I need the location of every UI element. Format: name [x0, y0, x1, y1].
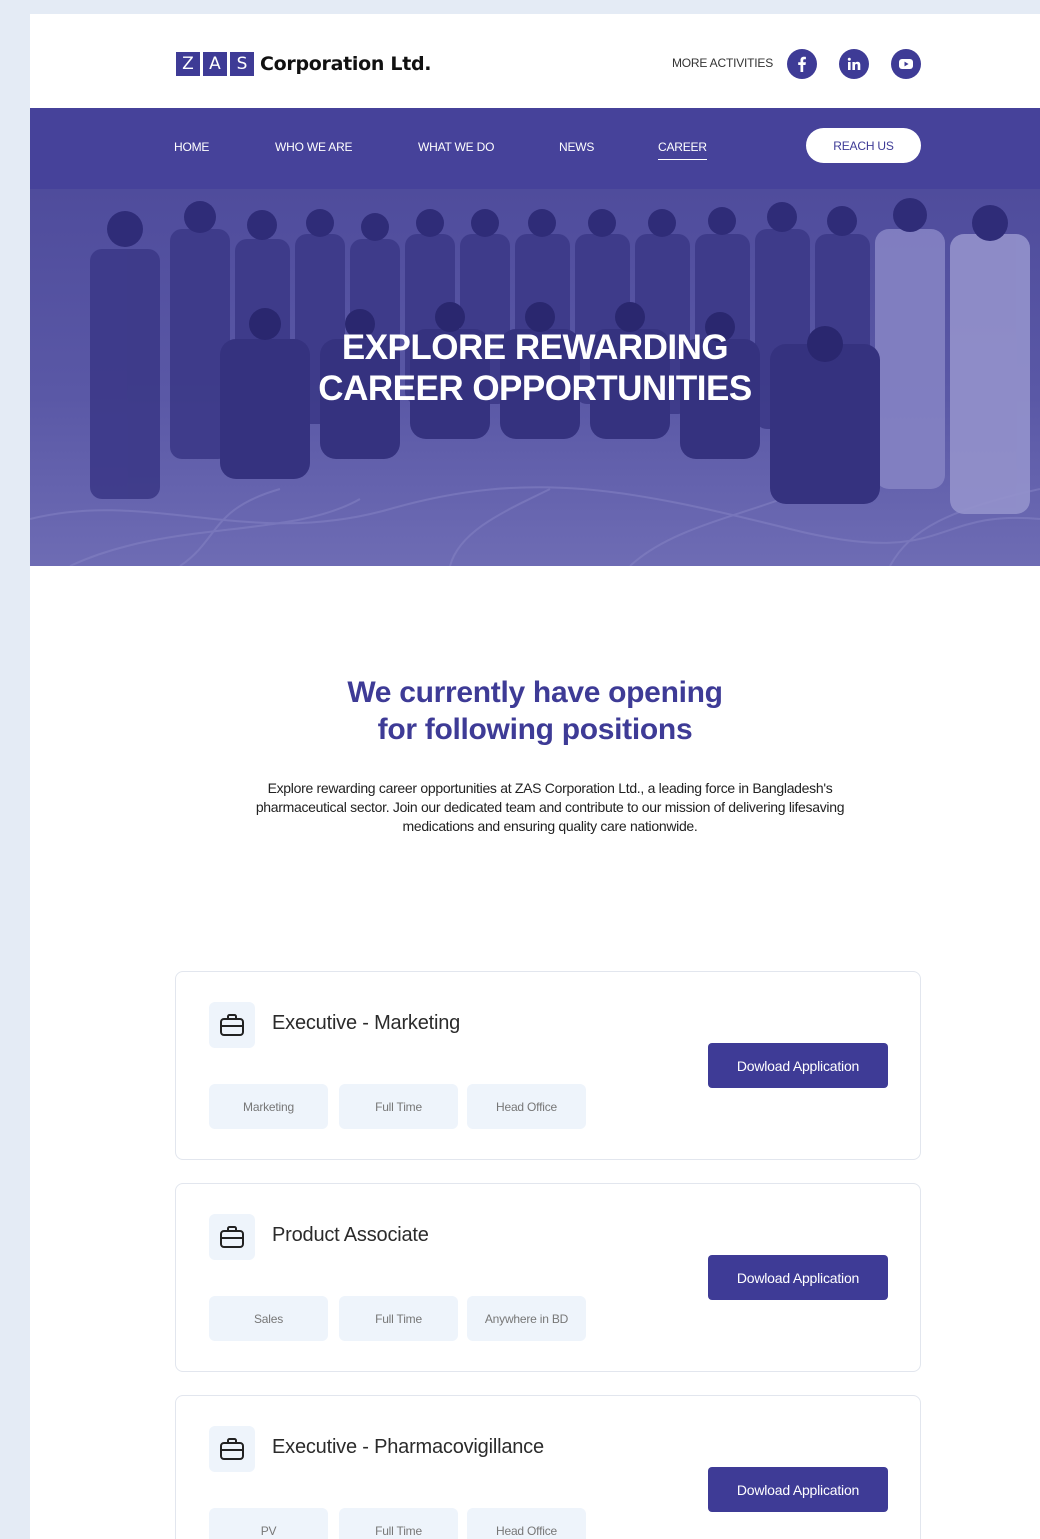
nav-item-home[interactable]: HOME	[174, 140, 209, 154]
facebook-glyph	[798, 56, 806, 72]
brand-name: Corporation Ltd.	[260, 53, 432, 75]
job-tag-department: PV	[209, 1508, 328, 1539]
download-application-button[interactable]: Dowload Application	[708, 1043, 888, 1088]
logo-letter-a: A	[203, 52, 227, 76]
youtube-glyph	[899, 59, 913, 69]
briefcase-glyph	[220, 1014, 244, 1036]
job-tag-type: Full Time	[339, 1296, 458, 1341]
openings-description: Explore rewarding career opportunities a…	[180, 779, 920, 836]
linkedin-icon[interactable]	[839, 49, 869, 79]
job-title: Executive - Marketing	[272, 1012, 461, 1034]
download-application-button[interactable]: Dowload Application	[708, 1467, 888, 1512]
more-activities-link[interactable]: MORE ACTIVITIES	[672, 56, 773, 70]
job-tag-department: Sales	[209, 1296, 328, 1341]
download-application-button[interactable]: Dowload Application	[708, 1255, 888, 1300]
main-nav: HOME WHO WE ARE WHAT WE DO NEWS CAREER R…	[30, 108, 1040, 189]
page: Z A S Corporation Ltd. MORE ACTIVITIES H…	[30, 14, 1040, 1539]
openings-description-line-2: pharmaceutical sector. Join our dedicate…	[255, 799, 845, 815]
job-tag-type: Full Time	[339, 1084, 458, 1129]
hero-title: EXPLORE REWARDING CAREER OPPORTUNITIES	[30, 327, 1040, 409]
nav-item-news[interactable]: NEWS	[559, 140, 594, 154]
nav-item-career[interactable]: CAREER	[658, 140, 707, 160]
briefcase-icon	[209, 1426, 255, 1472]
hero-banner: EXPLORE REWARDING CAREER OPPORTUNITIES	[30, 189, 1040, 566]
hero-title-line-2: CAREER OPPORTUNITIES	[318, 369, 752, 408]
brand-logo[interactable]: Z A S Corporation Ltd.	[176, 52, 432, 76]
job-tag-location: Anywhere in BD	[467, 1296, 586, 1341]
job-tag-type: Full Time	[339, 1508, 458, 1539]
briefcase-glyph	[220, 1226, 244, 1248]
job-title: Executive - Pharmacovigillance	[272, 1436, 544, 1458]
openings-heading-line-2: for following positions	[377, 713, 693, 746]
job-card: Executive - Pharmacovigillance PV Full T…	[175, 1395, 921, 1539]
job-title: Product Associate	[272, 1224, 429, 1246]
job-tag-location: Head Office	[467, 1508, 586, 1539]
logo-letter-z: Z	[176, 52, 200, 76]
job-card: Product Associate Sales Full Time Anywhe…	[175, 1183, 921, 1372]
briefcase-icon	[209, 1214, 255, 1260]
job-tag-location: Head Office	[467, 1084, 586, 1129]
reach-us-button[interactable]: REACH US	[806, 128, 921, 163]
youtube-icon[interactable]	[891, 49, 921, 79]
hero-title-line-1: EXPLORE REWARDING	[341, 328, 729, 367]
nav-item-who-we-are[interactable]: WHO WE ARE	[275, 140, 353, 154]
job-card: Executive - Marketing Marketing Full Tim…	[175, 971, 921, 1160]
briefcase-icon	[209, 1002, 255, 1048]
top-bar: Z A S Corporation Ltd. MORE ACTIVITIES	[30, 14, 1040, 108]
briefcase-glyph	[220, 1438, 244, 1460]
openings-description-line-1: Explore rewarding career opportunities a…	[267, 780, 833, 796]
openings-heading: We currently have opening for following …	[30, 674, 1040, 748]
job-tag-department: Marketing	[209, 1084, 328, 1129]
nav-item-what-we-do[interactable]: WHAT WE DO	[418, 140, 494, 154]
openings-description-line-3: medications and ensuring quality care na…	[402, 818, 698, 834]
linkedin-glyph	[847, 57, 861, 70]
logo-letter-s: S	[230, 52, 254, 76]
facebook-icon[interactable]	[787, 49, 817, 79]
openings-heading-line-1: We currently have opening	[347, 676, 723, 709]
